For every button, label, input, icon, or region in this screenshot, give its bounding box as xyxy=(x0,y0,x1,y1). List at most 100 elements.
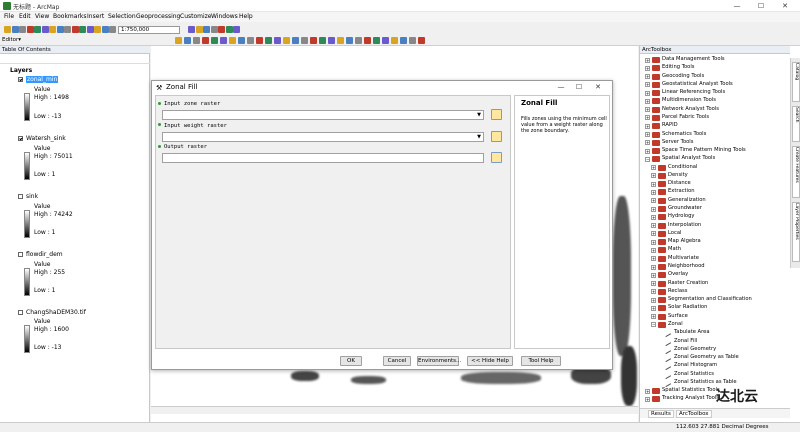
toolbox-item[interactable]: Extraction xyxy=(668,187,694,195)
toolbox-item[interactable]: Zonal xyxy=(668,320,683,328)
tool-item[interactable]: Zonal Fill xyxy=(674,337,697,345)
environments-button[interactable]: Environments... xyxy=(417,356,461,366)
toolbar-tool-icon[interactable] xyxy=(71,26,79,33)
tool-item[interactable]: Zonal Statistics as Table xyxy=(674,378,737,386)
map-scale-box[interactable]: 1:750,000 xyxy=(118,26,180,34)
expand-toggle-icon[interactable]: + xyxy=(651,297,656,303)
toolbox-item[interactable]: Spatial Analyst Tools xyxy=(662,154,715,162)
expand-toggle-icon[interactable]: + xyxy=(645,74,650,80)
toolbox-item[interactable]: Geostatistical Analyst Tools xyxy=(662,80,733,88)
toolbar-tool-icon[interactable] xyxy=(391,37,398,44)
toolbox-item[interactable]: Map Algebra xyxy=(668,237,701,245)
ok-button[interactable]: OK xyxy=(340,356,362,366)
toolbar-tool-icon[interactable] xyxy=(211,37,218,44)
toolbar-tool-icon[interactable] xyxy=(400,37,407,44)
layer-name[interactable]: ChangShaDEM30.tif xyxy=(26,309,86,316)
toolbox-item[interactable]: Solar Radiation xyxy=(668,303,707,311)
toolbox-item[interactable]: Server Tools xyxy=(662,138,693,146)
tool-help-button[interactable]: Tool Help xyxy=(521,356,561,366)
input-weight-raster-field[interactable]: ▼ xyxy=(162,132,484,142)
search-tab[interactable]: Search xyxy=(792,106,800,142)
browse-folder-button[interactable] xyxy=(491,109,502,120)
dialog-maximize-button[interactable]: ☐ xyxy=(570,81,588,93)
expand-toggle-icon[interactable]: + xyxy=(645,396,650,402)
layer-name[interactable]: flowdir_dem xyxy=(26,251,63,258)
toolbox-item[interactable]: Density xyxy=(668,171,688,179)
expand-toggle-icon[interactable]: + xyxy=(651,214,656,220)
toolbar-tool-icon[interactable] xyxy=(225,26,233,33)
expand-toggle-icon[interactable]: + xyxy=(651,189,656,195)
expand-toggle-icon[interactable]: + xyxy=(645,82,650,88)
toolbox-item[interactable]: Conditional xyxy=(668,163,697,171)
layer-checkbox[interactable] xyxy=(18,310,23,315)
layer-name[interactable]: zonal_min xyxy=(26,76,59,83)
toolbox-item[interactable]: Distance xyxy=(668,179,691,187)
toolbar-tool-icon[interactable] xyxy=(109,26,116,33)
arctoolbox-tab[interactable]: ArcToolbox xyxy=(676,410,712,418)
toolbox-item[interactable]: RAPID xyxy=(662,121,678,129)
dialog-close-button[interactable]: ✕ xyxy=(589,81,607,93)
toolbox-item[interactable]: Spatial Statistics Tools xyxy=(662,386,720,394)
toolbox-item[interactable]: Generalization xyxy=(668,196,706,204)
input-zone-raster-field[interactable]: ▼ xyxy=(162,110,484,120)
layer-name[interactable]: Watersh_sink xyxy=(26,135,66,142)
cancel-button[interactable]: Cancel xyxy=(383,356,411,366)
toolbar-tool-icon[interactable] xyxy=(56,26,64,33)
toolbox-item[interactable]: Raster Creation xyxy=(668,279,708,287)
toolbox-item[interactable]: Network Analyst Tools xyxy=(662,105,719,113)
toolbar-tool-icon[interactable] xyxy=(86,26,94,33)
browse-folder-button[interactable] xyxy=(491,152,502,163)
expand-toggle-icon[interactable]: + xyxy=(645,132,650,138)
toolbar-tool-icon[interactable] xyxy=(34,26,41,33)
expand-toggle-icon[interactable]: + xyxy=(645,57,650,63)
close-button[interactable]: ✕ xyxy=(776,0,794,12)
tool-item[interactable]: Zonal Geometry as Table xyxy=(674,353,739,361)
expand-toggle-icon[interactable]: + xyxy=(645,107,650,113)
toolbox-item[interactable]: Editing Tools xyxy=(662,63,695,71)
toolbox-item[interactable]: Parcel Fabric Tools xyxy=(662,113,709,121)
toolbar-tool-icon[interactable] xyxy=(49,26,56,33)
menu-windows[interactable]: Windows xyxy=(211,13,238,20)
expand-toggle-icon[interactable]: + xyxy=(651,247,656,253)
toolbox-item[interactable]: Geocoding Tools xyxy=(662,72,704,80)
layer-properties-tab[interactable]: Layer Properties xyxy=(792,202,800,262)
toolbar-tool-icon[interactable] xyxy=(301,37,308,44)
toolbar-tool-icon[interactable] xyxy=(409,37,416,44)
expand-toggle-icon[interactable]: + xyxy=(645,98,650,104)
expand-toggle-icon[interactable]: − xyxy=(645,156,650,162)
create-features-tab[interactable]: Create Features xyxy=(792,146,800,198)
toolbar-tool-icon[interactable] xyxy=(229,37,236,44)
expand-toggle-icon[interactable]: + xyxy=(651,165,656,171)
expand-toggle-icon[interactable]: − xyxy=(651,322,656,328)
menu-bookmarks[interactable]: Bookmarks xyxy=(53,13,87,20)
layer-checkbox[interactable] xyxy=(18,136,23,141)
toolbar-tool-icon[interactable] xyxy=(319,37,326,44)
menu-selection[interactable]: Selection xyxy=(108,13,136,20)
toolbox-item[interactable]: Segmentation and Classification xyxy=(668,295,752,303)
toolbar-tool-icon[interactable] xyxy=(337,37,344,44)
toolbar-tool-icon[interactable] xyxy=(188,26,195,33)
expand-toggle-icon[interactable]: + xyxy=(651,181,656,187)
toolbar-tool-icon[interactable] xyxy=(274,37,281,44)
toolbox-item[interactable]: Surface xyxy=(668,312,688,320)
toolbar-tool-icon[interactable] xyxy=(328,37,335,44)
toolbar-tool-icon[interactable] xyxy=(373,37,380,44)
expand-toggle-icon[interactable]: + xyxy=(651,256,656,262)
menu-edit[interactable]: Edit xyxy=(19,13,31,20)
toolbar-tool-icon[interactable] xyxy=(175,37,182,44)
toolbar-tool-icon[interactable] xyxy=(101,26,109,33)
toolbox-item[interactable]: Linear Referencing Tools xyxy=(662,88,725,96)
toolbox-item[interactable]: Local xyxy=(668,229,681,237)
toolbar-tool-icon[interactable] xyxy=(247,37,254,44)
expand-toggle-icon[interactable]: + xyxy=(645,140,650,146)
menu-view[interactable]: View xyxy=(35,13,49,20)
layer-checkbox[interactable] xyxy=(18,77,23,82)
toolbar-tool-icon[interactable] xyxy=(364,37,371,44)
toolbar-tool-icon[interactable] xyxy=(265,37,272,44)
toolbox-item[interactable]: Multidimension Tools xyxy=(662,96,716,104)
hide-help-button[interactable]: << Hide Help xyxy=(467,356,513,366)
toc-layers-root[interactable]: Layers xyxy=(10,67,32,74)
expand-toggle-icon[interactable]: + xyxy=(651,231,656,237)
toolbox-item[interactable]: Overlay xyxy=(668,270,688,278)
expand-toggle-icon[interactable]: + xyxy=(651,305,656,311)
